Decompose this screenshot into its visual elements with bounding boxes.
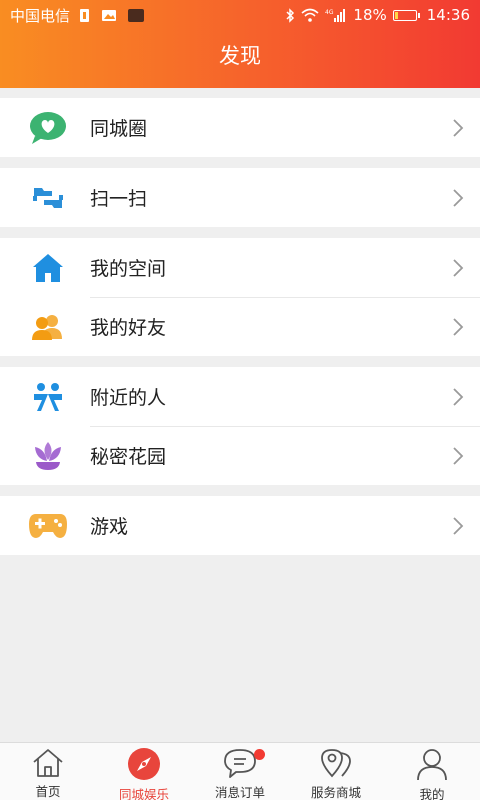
chevron-right-icon — [453, 516, 464, 535]
nearby-people-icon — [28, 377, 68, 417]
network-type: 4G — [325, 9, 334, 16]
menu-group-2: 扫一扫 — [0, 168, 480, 227]
menu-item-my-friends[interactable]: 我的好友 — [0, 297, 480, 356]
message-icon — [222, 747, 258, 779]
status-bar: 中国电信 4G 18% 14:36 — [0, 0, 480, 30]
menu-group-1: 同城圈 — [0, 98, 480, 157]
menu-item-games[interactable]: 游戏 — [0, 496, 480, 555]
menu-item-label: 扫一扫 — [90, 188, 148, 210]
sim-notification-icon — [80, 8, 90, 22]
menu-item-label: 附近的人 — [90, 387, 167, 409]
signal-icon: 4G — [325, 8, 346, 22]
scan-icon — [28, 178, 68, 218]
compass-icon — [126, 747, 162, 781]
house-icon — [30, 747, 66, 778]
tab-home[interactable]: 首页 — [0, 743, 96, 800]
tab-city-entertainment[interactable]: 同城娱乐 — [96, 743, 192, 800]
clock: 14:36 — [426, 6, 470, 24]
menu-group-5: 游戏 — [0, 496, 480, 555]
lotus-icon — [28, 436, 68, 476]
top-app-bar: 中国电信 4G 18% 14:36 发现 — [0, 0, 480, 88]
friends-icon — [28, 307, 68, 347]
menu-item-city-circle[interactable]: 同城圈 — [0, 98, 480, 157]
unread-badge — [254, 749, 265, 760]
menu-item-label: 我的好友 — [90, 317, 167, 339]
tab-me[interactable]: 我的 — [384, 743, 480, 800]
chat-bubble-heart-icon — [28, 108, 68, 148]
battery-percent: 18% — [353, 6, 387, 24]
menu-item-nearby-people[interactable]: 附近的人 — [0, 367, 480, 426]
tab-label: 同城娱乐 — [118, 787, 169, 800]
page-title: 发现 — [219, 44, 261, 68]
menu-item-secret-garden[interactable]: 秘密花园 — [0, 426, 480, 485]
wifi-icon — [301, 8, 319, 22]
discover-menu: 同城圈 扫一扫 我的空间 我的好友 附近的人 秘密花园 游戏 — [0, 98, 480, 566]
menu-item-label: 秘密花园 — [90, 446, 167, 468]
gamepad-icon — [28, 506, 68, 546]
tab-label: 我的 — [419, 787, 445, 800]
home-icon — [28, 248, 68, 288]
menu-group-4: 附近的人 秘密花园 — [0, 367, 480, 485]
image-notification-icon — [102, 9, 117, 21]
location-pin-icon — [318, 747, 354, 779]
bottom-tab-bar: 首页 同城娱乐 消息订单 服务商城 我的 — [0, 742, 480, 800]
chevron-right-icon — [453, 118, 464, 137]
menu-group-3: 我的空间 我的好友 — [0, 238, 480, 356]
menu-item-label: 我的空间 — [90, 258, 167, 280]
tab-label: 首页 — [35, 784, 61, 799]
menu-item-scan[interactable]: 扫一扫 — [0, 168, 480, 227]
carrier-name: 中国电信 — [10, 6, 71, 25]
chevron-right-icon — [453, 258, 464, 277]
tab-messages-orders[interactable]: 消息订单 — [192, 743, 288, 800]
tab-label: 消息订单 — [214, 785, 265, 800]
user-icon — [414, 747, 450, 781]
chevron-right-icon — [453, 317, 464, 336]
bluetooth-icon — [286, 7, 295, 23]
chevron-right-icon — [453, 188, 464, 207]
chevron-right-icon — [453, 446, 464, 465]
app-notification-icon — [128, 8, 145, 22]
menu-item-label: 同城圈 — [90, 118, 148, 140]
menu-item-label: 游戏 — [90, 516, 129, 538]
chevron-right-icon — [453, 387, 464, 406]
tab-service-mall[interactable]: 服务商城 — [288, 743, 384, 800]
battery-icon — [392, 9, 420, 21]
tab-label: 服务商城 — [310, 785, 361, 800]
battery-level — [394, 11, 398, 19]
menu-item-my-space[interactable]: 我的空间 — [0, 238, 480, 297]
